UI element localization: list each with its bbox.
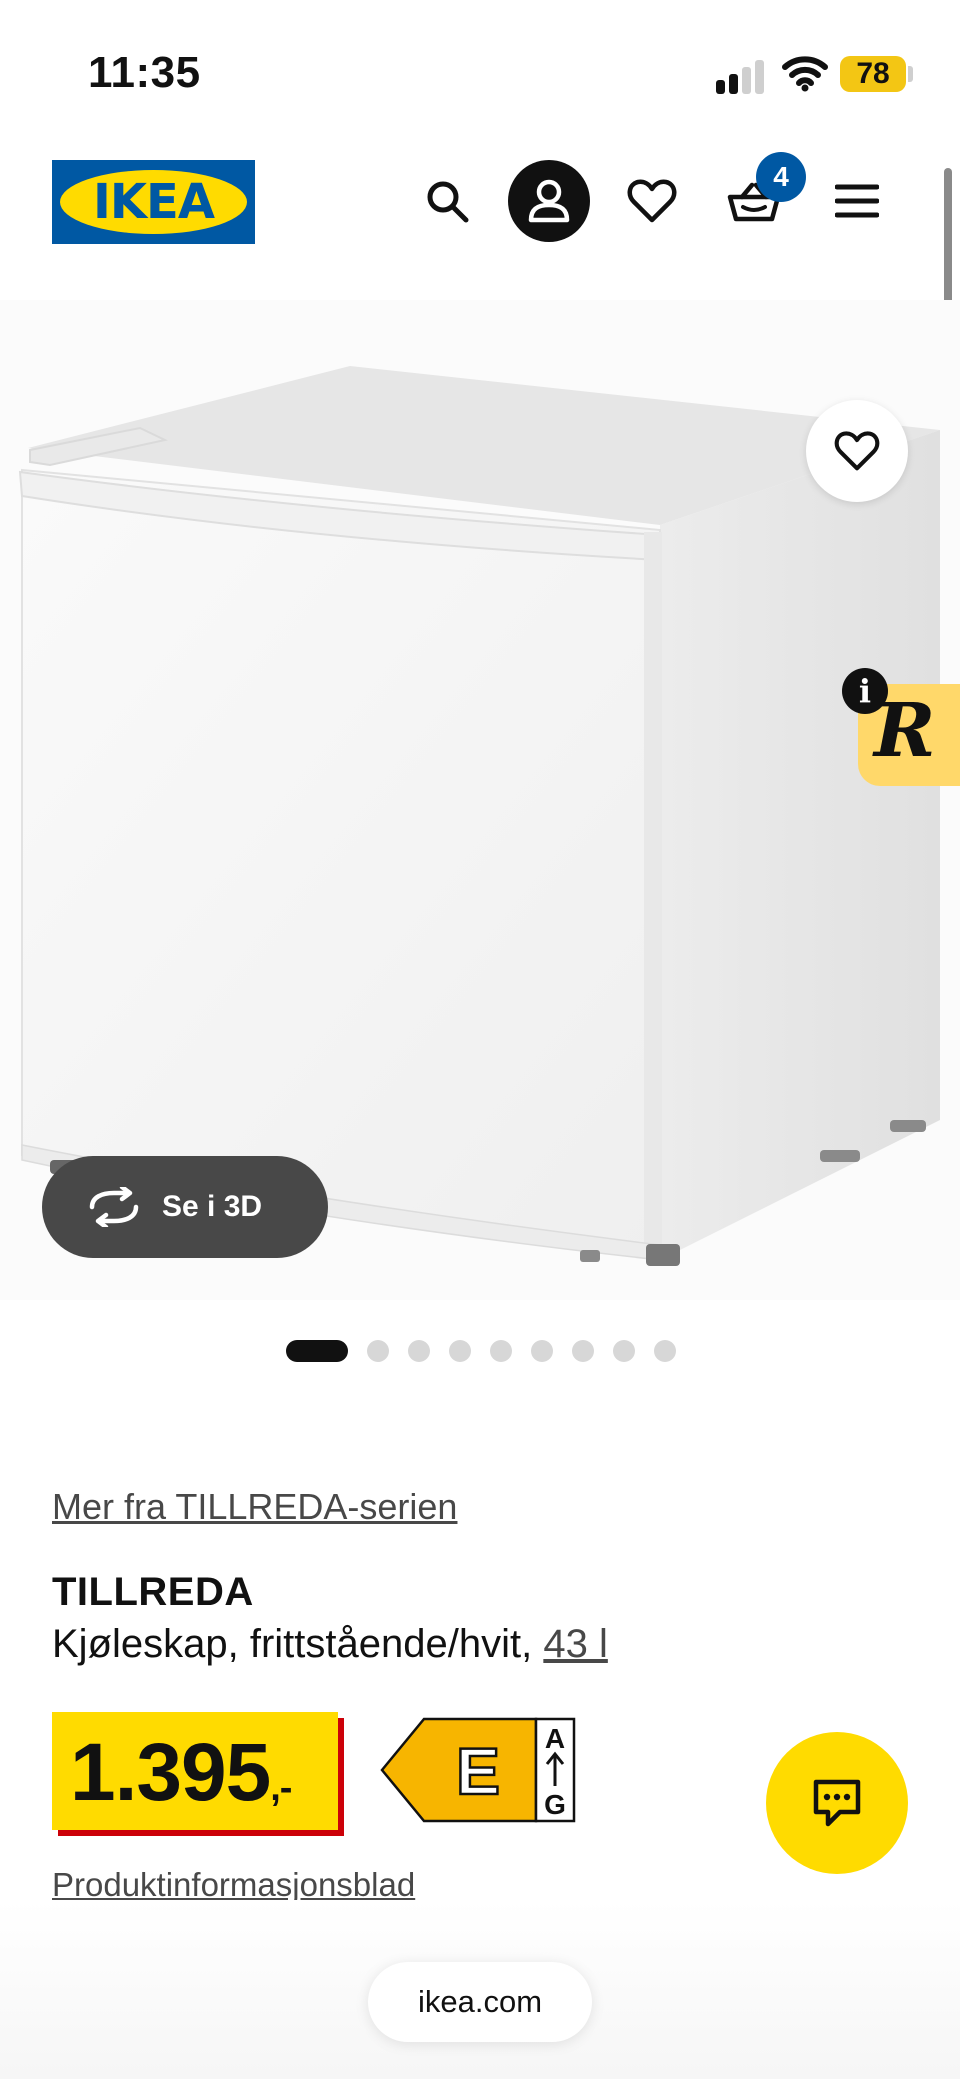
ikea-logo[interactable]: IKEA <box>52 160 255 244</box>
energy-label[interactable]: E A G <box>380 1716 576 1824</box>
energy-scale-top: A <box>545 1723 565 1754</box>
energy-scale-bottom: G <box>544 1789 566 1820</box>
status-time: 11:35 <box>88 48 201 97</box>
info-icon[interactable]: i <box>842 668 888 714</box>
wifi-icon <box>782 54 828 92</box>
carousel-dot-2[interactable] <box>367 1340 389 1362</box>
carousel-dot-5[interactable] <box>490 1340 512 1362</box>
carousel-dot-6[interactable] <box>531 1340 553 1362</box>
view-3d-button[interactable]: Se i 3D <box>42 1156 328 1258</box>
profile-button[interactable] <box>508 160 590 242</box>
logo-text: IKEA <box>93 174 215 230</box>
cart-count-badge: 4 <box>756 152 806 202</box>
series-link[interactable]: Mer fra TILLREDA-serien <box>52 1486 457 1528</box>
carousel-dot-3[interactable] <box>408 1340 430 1362</box>
image-carousel-dots[interactable] <box>286 1340 676 1362</box>
battery-icon: 78 <box>840 56 906 92</box>
cellular-signal-icon <box>716 58 766 94</box>
carousel-dot-7[interactable] <box>572 1340 594 1362</box>
search-icon[interactable] <box>412 166 482 236</box>
price-tag: 1.395,- <box>52 1712 338 1830</box>
browser-url-bar[interactable]: ikea.com <box>368 1962 592 2042</box>
chat-icon <box>813 1779 861 1827</box>
rotate-3d-icon <box>89 1187 139 1227</box>
price-main: 1.395 <box>70 1727 271 1818</box>
heart-icon <box>834 431 880 471</box>
carousel-dot-8[interactable] <box>613 1340 635 1362</box>
heart-icon[interactable] <box>617 166 687 236</box>
product-name: TILLREDA <box>52 1570 254 1614</box>
price-suffix: ,- <box>270 1767 292 1809</box>
product-info-sheet-link[interactable]: Produktinformasjonsblad <box>52 1866 415 1904</box>
product-volume-link[interactable]: 43 l <box>543 1622 608 1666</box>
price-value: 1.395,- <box>70 1726 292 1820</box>
carousel-dot-9[interactable] <box>654 1340 676 1362</box>
profile-icon <box>528 179 570 223</box>
carousel-dot-1[interactable] <box>286 1340 348 1362</box>
product-description: Kjøleskap, frittstående/hvit, 43 l <box>52 1622 608 1667</box>
product-description-text: Kjøleskap, frittstående/hvit, <box>52 1622 533 1666</box>
chat-button[interactable] <box>766 1732 908 1874</box>
battery-cap <box>908 66 913 82</box>
favorite-button[interactable] <box>806 400 908 502</box>
energy-class: E <box>456 1734 500 1808</box>
view-3d-label: Se i 3D <box>162 1190 263 1223</box>
menu-icon[interactable] <box>822 166 892 236</box>
carousel-dot-4[interactable] <box>449 1340 471 1362</box>
